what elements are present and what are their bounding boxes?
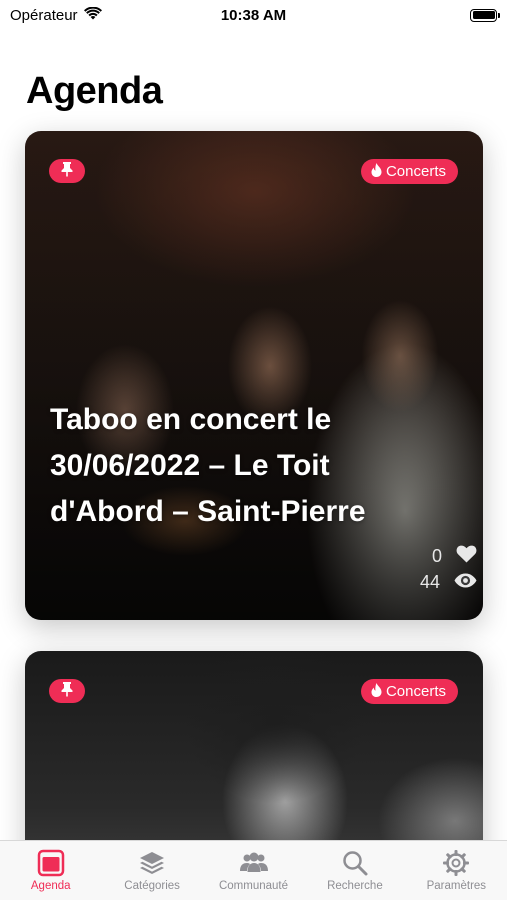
tab-agenda[interactable]: Agenda [0, 841, 101, 900]
tab-bar: Agenda Catégories Communauté Recherche P… [0, 840, 507, 900]
tab-label: Paramètres [426, 880, 487, 892]
tab-categories[interactable]: Catégories [101, 841, 202, 900]
status-time: 10:38 AM [220, 6, 287, 24]
pin-badge [49, 679, 85, 703]
category-label: Concerts [385, 683, 446, 700]
event-card[interactable] [25, 131, 483, 620]
category-badge[interactable]: Concerts [360, 159, 458, 184]
views-stat: 44 [420, 572, 477, 593]
agenda-icon [37, 849, 65, 877]
tab-label: Catégories [124, 880, 180, 892]
pin-badge [49, 159, 85, 183]
pin-icon [60, 161, 74, 182]
gear-icon [442, 849, 470, 877]
community-icon [239, 849, 269, 877]
flame-icon [371, 682, 382, 701]
flame-icon [371, 162, 382, 181]
pin-icon [60, 681, 74, 702]
status-bar: Opérateur 10:38 AM [0, 0, 507, 30]
eye-icon [454, 572, 477, 593]
tab-label: Communauté [218, 880, 289, 892]
views-count: 44 [419, 572, 440, 592]
tab-label: Recherche [327, 880, 383, 892]
event-title[interactable]: Taboo en concert le 30/06/2022 – Le Toit… [50, 397, 450, 535]
likes-count: 0 [431, 546, 442, 566]
heart-icon[interactable] [456, 545, 477, 568]
tab-settings[interactable]: Paramètres [406, 841, 507, 900]
tab-label: Agenda [30, 880, 71, 892]
category-badge[interactable]: Concerts [360, 679, 458, 704]
tab-community[interactable]: Communauté [203, 841, 304, 900]
layers-icon [138, 849, 166, 877]
battery-icon [470, 8, 500, 22]
category-label: Concerts [385, 163, 446, 180]
page-title: Agenda [26, 70, 163, 112]
search-icon [341, 849, 369, 877]
likes-stat: 0 [432, 545, 477, 568]
tab-search[interactable]: Recherche [304, 841, 405, 900]
